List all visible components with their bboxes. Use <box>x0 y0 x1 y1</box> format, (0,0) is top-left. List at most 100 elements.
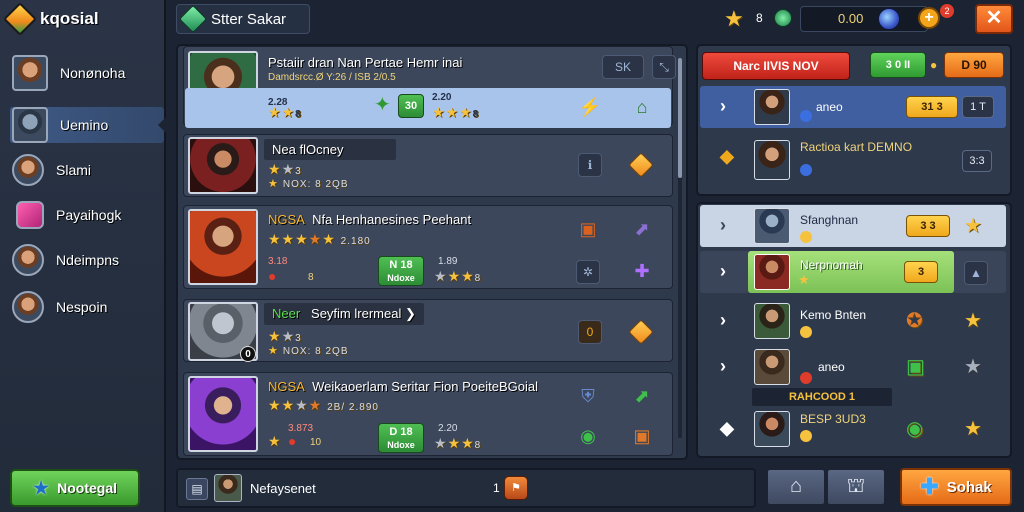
list-item[interactable]: Nea flOcney ★★3 ★ NOX: 8 2QB ℹ <box>183 134 673 197</box>
search-action-label: Sohak <box>946 478 992 496</box>
orange-gem-icon[interactable] <box>628 152 654 178</box>
hero-portrait <box>188 137 258 194</box>
share-icon[interactable]: ⬈ <box>630 385 654 407</box>
leaf-icon: ✦ <box>374 94 391 116</box>
green-chip: 3 0 II <box>870 52 926 78</box>
gem-icon <box>800 110 812 122</box>
close-button[interactable]: ✕ <box>975 4 1013 34</box>
star-currency-icon: ★ <box>724 6 744 31</box>
shield-icon[interactable]: ⛨ <box>576 385 600 407</box>
search-field[interactable]: Stter Sakar <box>176 4 310 34</box>
coin-icon <box>800 231 812 243</box>
sidebar-item-1[interactable]: Uemino <box>10 107 166 143</box>
sidebar-item-label: Nespoin <box>56 299 108 315</box>
home-button[interactable]: ⌂ <box>766 468 826 506</box>
card-title: NGSA Nfa Henhanesines Peehant <box>268 212 472 227</box>
star-icon[interactable]: ★ <box>964 354 982 379</box>
gift-icon[interactable]: ✚ <box>630 260 654 282</box>
row-badge: 3 3 <box>906 215 950 237</box>
coin-icon <box>800 326 812 338</box>
hero-portrait <box>754 411 790 447</box>
sidebar-item-3[interactable]: Payaihogk <box>10 197 164 233</box>
ruby-icon <box>800 372 812 384</box>
roster-row[interactable]: › Kemo Bnten ✪ ★ <box>700 300 1006 342</box>
lightning-icon[interactable]: ⚡ <box>578 96 602 118</box>
scrollbar-thumb[interactable] <box>678 58 682 178</box>
row-badge: 31 3 <box>906 96 958 118</box>
search-text: Stter Sakar <box>211 10 287 28</box>
card-title: Pstaiir dran Nan Pertae Hemr inai <box>268 55 463 70</box>
hero-portrait <box>188 376 258 452</box>
section-banner: RAHCOOD 1 <box>752 388 892 406</box>
orange-chip[interactable]: D 90 <box>944 52 1004 78</box>
chevron-right-icon: › <box>720 215 726 235</box>
row-name: aneo <box>818 360 845 374</box>
menu-icon[interactable]: ▤ <box>186 478 208 500</box>
settings-icon[interactable]: ✲ <box>576 260 600 284</box>
search-action-button[interactable]: ✚ Sohak <box>900 468 1012 506</box>
stat-a: 3.18 <box>268 256 288 267</box>
chevron-right-icon: › <box>720 261 726 281</box>
arrow-up-icon[interactable]: ⬈ <box>630 218 654 240</box>
coin-bag-icon[interactable]: ✪ <box>906 308 923 333</box>
hero-portrait <box>754 140 790 180</box>
row-name: Nerpnomah <box>800 258 863 272</box>
refresh-icon[interactable]: ◉ <box>576 425 600 447</box>
bag-icon[interactable]: ⚑ <box>504 476 528 500</box>
list-item[interactable]: 0 Neer Seyfim lrermeal ❯ ★★3 ★ NOX: 8 2Q… <box>183 299 673 362</box>
list-item[interactable]: NGSA Nfa Henhanesines Peehant ★★★★★ 2.18… <box>183 205 673 289</box>
power-pill: N 18 Ndoxe <box>378 256 424 286</box>
star-icon[interactable]: ★ <box>964 308 982 333</box>
row-name: BESP 3UD3 <box>800 412 866 426</box>
sidebar-item-4[interactable]: Ndeimpns <box>10 242 164 278</box>
collapse-icon[interactable]: ⤡ <box>652 55 676 79</box>
info-icon[interactable]: ℹ <box>578 153 602 177</box>
heart-badge-icon <box>16 201 44 229</box>
list-item[interactable]: NGSA Weikaoerlam Seritar Fion PoeiteBGoi… <box>183 372 673 456</box>
orange-gem-icon[interactable] <box>628 319 654 345</box>
star-rating: ★★8 <box>268 104 302 120</box>
roster-row[interactable]: › Sfanghnan 3 3 ★ <box>700 205 1006 247</box>
logo-gem-icon <box>3 2 37 36</box>
star-icon[interactable]: ★ <box>964 416 982 441</box>
card-subtitle: Damdsrcc.Ø Y:26 / ISB 2/0.5 <box>268 72 396 83</box>
card-title: Neer Seyfim lrermeal ❯ <box>264 303 424 325</box>
star-rating: ★★★★★ 2.180 <box>268 231 371 247</box>
ruby-icon: ● <box>268 268 277 284</box>
add-coins-button[interactable]: + <box>918 7 940 29</box>
sidebar-item-0[interactable]: Nonønoha <box>10 55 164 91</box>
star-icon[interactable]: ★ <box>964 213 982 238</box>
diamond-bullet-icon: ◆ <box>720 146 734 166</box>
circle-icon: ● <box>930 58 938 72</box>
coin-slot-icon[interactable]: 0 <box>578 320 602 344</box>
home-upgrade-icon[interactable]: ⌂ <box>630 96 654 118</box>
new-button[interactable]: ★ Nootegal <box>10 469 140 507</box>
level-badge: 0 <box>240 346 256 362</box>
coin-box <box>800 6 928 32</box>
chest-icon[interactable]: ▣ <box>906 354 925 379</box>
roster-row[interactable]: › aneo 31 3 1 T <box>700 86 1006 128</box>
orb-icon[interactable]: ◉ <box>906 416 923 441</box>
roster-row[interactable]: › aneo ▣ ★ <box>700 346 1006 388</box>
star-rating: ★★★8 <box>434 268 482 284</box>
sidebar-item-2[interactable]: Slami <box>10 152 164 188</box>
red-action-button[interactable]: Narc IIVIS NOV <box>702 52 850 80</box>
roster-row[interactable]: ◆ BESP 3UD3 ◉ ★ <box>700 408 1006 450</box>
power-pill: D 18 Ndoxe <box>378 423 424 453</box>
roster-row[interactable]: ◆ Ractioa kart DEMNO 3:3 <box>700 136 1006 184</box>
star-rating: ★★3 <box>268 328 302 344</box>
hero-portrait <box>754 254 790 290</box>
guild-button[interactable]: ⛫ <box>826 468 886 506</box>
sk-button[interactable]: SK <box>602 55 644 79</box>
hero-portrait <box>754 303 790 339</box>
sidebar-item-5[interactable]: Nespoin <box>10 289 164 325</box>
app-logo: kqosial <box>3 2 99 36</box>
chest-icon[interactable]: ▣ <box>576 218 600 240</box>
up-arrow-icon[interactable]: ▲ <box>964 261 988 285</box>
sub-stats: ★ NOX: 8 2QB <box>268 345 349 357</box>
sub-stats: ★ NOX: 8 2QB <box>268 178 349 190</box>
card-title: Nea flOcney <box>264 139 396 160</box>
hero-portrait <box>754 349 790 385</box>
chest-icon[interactable]: ▣ <box>630 425 654 447</box>
gem-currency-icon <box>774 9 792 27</box>
